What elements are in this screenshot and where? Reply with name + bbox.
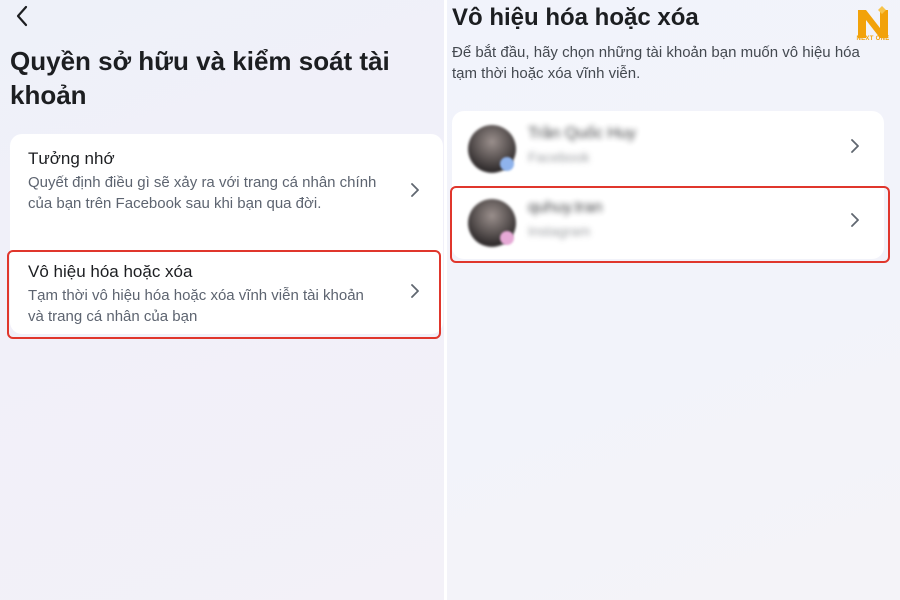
chevron-right-icon <box>851 139 859 153</box>
accounts-card: Trần Quốc Huy Facebook quhuy.tran Instag… <box>452 111 884 259</box>
page-title: Quyền sở hữu và kiểm soát tài khoản <box>10 46 390 110</box>
facebook-badge-icon <box>500 157 514 171</box>
deactivate-delete-item[interactable]: Vô hiệu hóa hoặc xóa Tạm thời vô hiệu hó… <box>10 250 443 334</box>
page-title: Vô hiệu hóa hoặc xóa <box>452 4 699 31</box>
page-subtitle: Để bắt đầu, hãy chọn những tài khoản bạn… <box>452 44 860 82</box>
account-name: quhuy.tran <box>528 199 603 216</box>
chevron-right-icon <box>851 213 859 227</box>
chevron-right-icon <box>411 183 419 197</box>
account-item-instagram[interactable]: quhuy.tran Instagram <box>452 185 884 259</box>
account-item-facebook[interactable]: Trần Quốc Huy Facebook <box>452 111 884 185</box>
back-button[interactable] <box>10 4 34 28</box>
item-description: Quyết định điều gì sẽ xảy ra với trang c… <box>28 174 377 212</box>
item-title: Vô hiệu hóa hoặc xóa <box>28 262 193 281</box>
item-title: Tưởng nhớ <box>28 149 115 168</box>
logo-text: NEXT ONE <box>856 36 890 42</box>
chevron-right-icon <box>411 284 419 298</box>
settings-card: Tưởng nhớ Quyết định điều gì sẽ xảy ra v… <box>10 134 443 334</box>
instagram-badge-icon <box>500 231 514 245</box>
account-platform: Facebook <box>528 149 590 165</box>
account-name: Trần Quốc Huy <box>528 125 636 142</box>
account-platform: Instagram <box>528 223 591 239</box>
divider <box>444 0 447 600</box>
chevron-left-icon <box>16 5 28 27</box>
memorialization-item[interactable]: Tưởng nhớ Quyết định điều gì sẽ xảy ra v… <box>10 134 443 250</box>
right-screen <box>447 0 900 600</box>
item-description: Tạm thời vô hiệu hóa hoặc xóa vĩnh viễn … <box>28 287 364 325</box>
